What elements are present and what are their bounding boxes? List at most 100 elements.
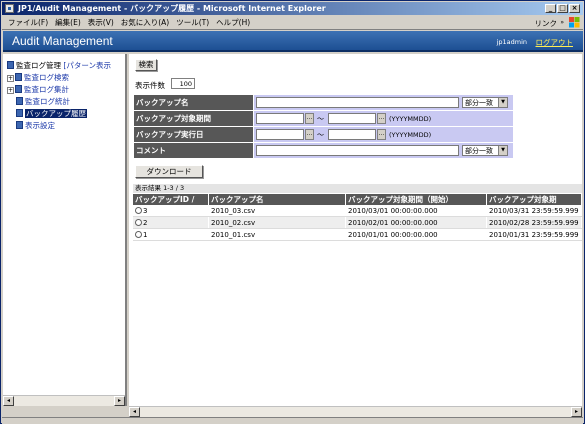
sidebar-item-label[interactable]: 監査ログ集計 xyxy=(24,85,69,94)
period-start: 2010/02/01 00:00:00.000 xyxy=(346,217,487,228)
ie-window-icon xyxy=(5,4,14,13)
sidebar-item-log-search[interactable]: + 監査ログ検索 xyxy=(7,72,111,84)
match-mode-value: 部分一致 xyxy=(465,147,493,155)
exec-start-calendar-button[interactable]: ... xyxy=(305,129,314,140)
backup-results-table: バックアップID / バックアップ名 バックアップ対象期間（開始） バックアップ… xyxy=(133,194,582,241)
sidebar-item-display-settings[interactable]: 表示設定 xyxy=(7,120,111,132)
display-count-input[interactable]: 100 xyxy=(171,78,195,89)
sidebar-item-label[interactable]: バックアップ履歴 xyxy=(25,109,87,118)
pattern-display-link[interactable]: [パターン表示 xyxy=(63,61,111,70)
menu-favorites[interactable]: お気に入り(A) xyxy=(121,17,169,28)
close-button[interactable]: × xyxy=(569,4,580,13)
links-label[interactable]: リンク xyxy=(535,18,558,29)
search-button[interactable]: 検索 xyxy=(135,59,157,71)
sidebar-item-label[interactable]: 監査ログ統計 xyxy=(25,97,70,106)
backup-name: 2010_02.csv xyxy=(209,217,346,228)
exec-end-input[interactable] xyxy=(328,129,376,140)
period-start: 2010/01/01 00:00:00.000 xyxy=(346,229,487,240)
main-horizontal-scrollbar[interactable]: ◂ ▸ xyxy=(129,406,582,417)
period-end: 2010/03/31 23:59:59.999 xyxy=(487,205,582,216)
download-button[interactable]: ダウンロード xyxy=(135,165,203,178)
page-icon xyxy=(15,73,22,81)
range-separator: ～ xyxy=(317,131,324,139)
minimize-button[interactable]: _ xyxy=(545,4,556,13)
logout-link[interactable]: ログアウト xyxy=(536,37,574,48)
backup-name-input[interactable] xyxy=(256,97,459,108)
chevron-down-icon[interactable]: ▼ xyxy=(498,146,507,155)
backup-name-match-select[interactable]: 部分一致 ▼ xyxy=(462,97,508,108)
match-mode-value: 部分一致 xyxy=(465,99,493,107)
scroll-left-icon[interactable]: ◂ xyxy=(3,396,14,406)
backup-id: 3 xyxy=(143,207,148,215)
expand-icon[interactable]: + xyxy=(7,87,14,94)
row-select-radio[interactable] xyxy=(135,207,142,214)
sidebar-item-backup-history[interactable]: バックアップ履歴 xyxy=(7,108,111,120)
display-count-label: 表示件数 xyxy=(135,81,165,90)
sidebar-item-log-statistics[interactable]: 監査ログ統計 xyxy=(7,96,111,108)
sidebar-horizontal-scrollbar[interactable]: ◂ ▸ xyxy=(3,395,125,406)
backup-period-label: バックアップ対象期間 xyxy=(133,110,254,127)
period-end: 2010/01/31 23:59:59.999 xyxy=(487,229,582,240)
row-select-radio[interactable] xyxy=(135,219,142,226)
table-row[interactable]: 2 2010_02.csv 2010/02/01 00:00:00.000 20… xyxy=(133,217,582,229)
status-bar xyxy=(2,417,583,424)
sidebar-item-label[interactable]: 監査ログ検索 xyxy=(24,73,69,82)
column-header-period-end[interactable]: バックアップ対象期 xyxy=(487,194,582,205)
table-row[interactable]: 3 2010_03.csv 2010/03/01 00:00:00.000 20… xyxy=(133,205,582,217)
period-start-calendar-button[interactable]: ... xyxy=(305,113,314,124)
menu-tools[interactable]: ツール(T) xyxy=(176,17,209,28)
result-summary: 表示結果 1-3 / 3 xyxy=(133,184,582,193)
scroll-right-icon[interactable]: ▸ xyxy=(114,396,125,406)
links-chevron-icon[interactable]: » xyxy=(560,19,564,26)
period-end: 2010/02/28 23:59:59.999 xyxy=(487,217,582,228)
column-header-backup-name[interactable]: バックアップ名 xyxy=(209,194,346,205)
browser-window: JP1/Audit Management - バックアップ履歴 - Micros… xyxy=(0,0,585,424)
page-icon xyxy=(16,97,23,105)
menu-file[interactable]: ファイル(F) xyxy=(8,17,48,28)
main-content: 検索 表示件数 100 バックアップ名 部分一致 ▼ バックアップ対象期間 ..… xyxy=(129,54,582,406)
sidebar-item-log-aggregate[interactable]: + 監査ログ集計 xyxy=(7,84,111,96)
backup-id: 2 xyxy=(143,219,148,227)
page-icon xyxy=(15,85,22,93)
title-bar: JP1/Audit Management - バックアップ履歴 - Micros… xyxy=(2,2,583,15)
windows-logo-icon xyxy=(569,17,580,28)
period-start-input[interactable] xyxy=(256,113,304,124)
user-name: jp1admin xyxy=(496,38,527,46)
row-select-radio[interactable] xyxy=(135,231,142,238)
maximize-button[interactable]: □ xyxy=(557,4,568,13)
menu-help[interactable]: ヘルプ(H) xyxy=(216,17,250,28)
period-start: 2010/03/01 00:00:00.000 xyxy=(346,205,487,216)
comment-input[interactable] xyxy=(256,145,459,156)
exec-start-input[interactable] xyxy=(256,129,304,140)
table-row[interactable]: 1 2010_01.csv 2010/01/01 00:00:00.000 20… xyxy=(133,229,582,241)
comment-match-select[interactable]: 部分一致 ▼ xyxy=(462,145,508,156)
period-end-calendar-button[interactable]: ... xyxy=(377,113,386,124)
date-format-hint: (YYYYMMDD) xyxy=(389,131,432,139)
scroll-right-icon[interactable]: ▸ xyxy=(571,407,582,417)
column-header-period-start[interactable]: バックアップ対象期間（開始） xyxy=(346,194,487,205)
date-format-hint: (YYYYMMDD) xyxy=(389,115,432,123)
expand-icon[interactable]: + xyxy=(7,75,14,82)
backup-name-label: バックアップ名 xyxy=(133,94,254,111)
search-form: バックアップ名 部分一致 ▼ バックアップ対象期間 ... ～ ... (YYY… xyxy=(133,94,514,159)
exec-end-calendar-button[interactable]: ... xyxy=(377,129,386,140)
page-icon xyxy=(16,109,23,117)
period-end-input[interactable] xyxy=(328,113,376,124)
tree-root-label: 監査ログ管理 xyxy=(16,61,61,70)
sidebar-item-label[interactable]: 表示設定 xyxy=(25,121,55,130)
navigation-tree-pane: 監査ログ管理 [パターン表示 + 監査ログ検索 + 監査ログ集計 監査ログ統計 バッ… xyxy=(3,54,127,406)
tree-root: 監査ログ管理 [パターン表示 xyxy=(7,60,111,72)
book-icon xyxy=(7,61,14,69)
menu-view[interactable]: 表示(V) xyxy=(88,17,114,28)
chevron-down-icon[interactable]: ▼ xyxy=(498,98,507,107)
backup-name: 2010_03.csv xyxy=(209,205,346,216)
backup-name: 2010_01.csv xyxy=(209,229,346,240)
comment-label: コメント xyxy=(133,142,254,159)
scroll-left-icon[interactable]: ◂ xyxy=(129,407,140,417)
menu-bar: ファイル(F) 編集(E) 表示(V) お気に入り(A) ツール(T) ヘルプ(… xyxy=(2,16,583,30)
backup-id: 1 xyxy=(143,231,148,239)
column-header-backup-id[interactable]: バックアップID / xyxy=(133,194,209,205)
page-icon xyxy=(16,121,23,129)
table-header-row: バックアップID / バックアップ名 バックアップ対象期間（開始） バックアップ… xyxy=(133,194,582,205)
menu-edit[interactable]: 編集(E) xyxy=(55,17,81,28)
